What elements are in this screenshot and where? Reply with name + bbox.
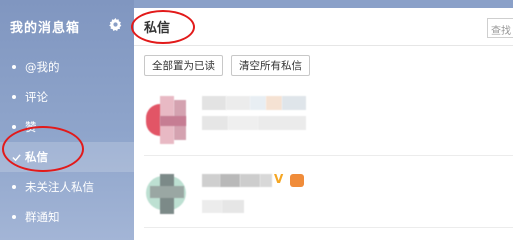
list-item[interactable]: V <box>144 158 513 228</box>
sidebar-item-group-notifications[interactable]: 群通知 <box>0 202 134 232</box>
redacted-name-block <box>282 96 306 110</box>
sidebar-item-label: 未关注人私信 <box>25 180 94 194</box>
bullet-icon <box>12 215 16 219</box>
redacted-preview-block <box>202 116 228 130</box>
sidebar-header: 我的消息箱 <box>0 0 134 52</box>
vip-badge-icon <box>290 174 304 187</box>
bullet-icon <box>12 65 16 69</box>
toolbar: 全部置为已读 清空所有私信 <box>134 46 513 76</box>
sidebar: 我的消息箱 @我的 评论 赞 私信 未关注人私信 群通知 <box>0 0 134 240</box>
redacted-name-block <box>226 96 250 110</box>
search-input[interactable]: 查找 <box>487 18 513 38</box>
redacted-preview-block <box>222 200 244 213</box>
check-icon <box>12 153 21 161</box>
main-panel: 私信 查找 全部置为已读 清空所有私信 V <box>134 8 513 240</box>
redacted-preview-block <box>228 116 258 130</box>
redacted-name-block <box>240 174 260 187</box>
sidebar-item-unfollowed-messages[interactable]: 未关注人私信 <box>0 172 134 202</box>
page-title: 私信 <box>144 21 171 36</box>
redacted-name-block <box>260 174 272 187</box>
sidebar-item-at-me[interactable]: @我的 <box>0 52 134 82</box>
bullet-icon <box>12 125 16 129</box>
redacted-name-block <box>266 96 282 110</box>
redacted-name-block <box>202 96 226 110</box>
sidebar-item-private-messages[interactable]: 私信 <box>0 142 134 172</box>
redacted-name-block <box>202 174 220 187</box>
bullet-icon <box>12 185 16 189</box>
sidebar-item-comments[interactable]: 评论 <box>0 82 134 112</box>
sidebar-item-label: 私信 <box>25 150 48 164</box>
verified-badge: V <box>274 172 284 186</box>
clear-all-messages-button[interactable]: 清空所有私信 <box>231 55 310 76</box>
sidebar-item-label: @我的 <box>25 60 60 74</box>
sidebar-item-likes[interactable]: 赞 <box>0 112 134 142</box>
list-item[interactable] <box>144 90 513 156</box>
sidebar-title: 我的消息箱 <box>10 20 81 36</box>
bullet-icon <box>12 95 16 99</box>
mark-all-read-button[interactable]: 全部置为已读 <box>144 55 223 76</box>
gear-icon[interactable] <box>109 18 122 31</box>
sidebar-item-label: 评论 <box>25 90 48 104</box>
redacted-name-block <box>220 174 240 187</box>
sidebar-item-label: 赞 <box>25 120 37 134</box>
main-header: 私信 查找 <box>134 8 513 46</box>
redacted-name-block <box>250 96 266 110</box>
redacted-preview-block <box>258 116 306 130</box>
sidebar-item-label: 群通知 <box>25 210 60 224</box>
redacted-preview-block <box>202 200 222 213</box>
avatar <box>146 170 194 218</box>
avatar <box>146 96 194 144</box>
